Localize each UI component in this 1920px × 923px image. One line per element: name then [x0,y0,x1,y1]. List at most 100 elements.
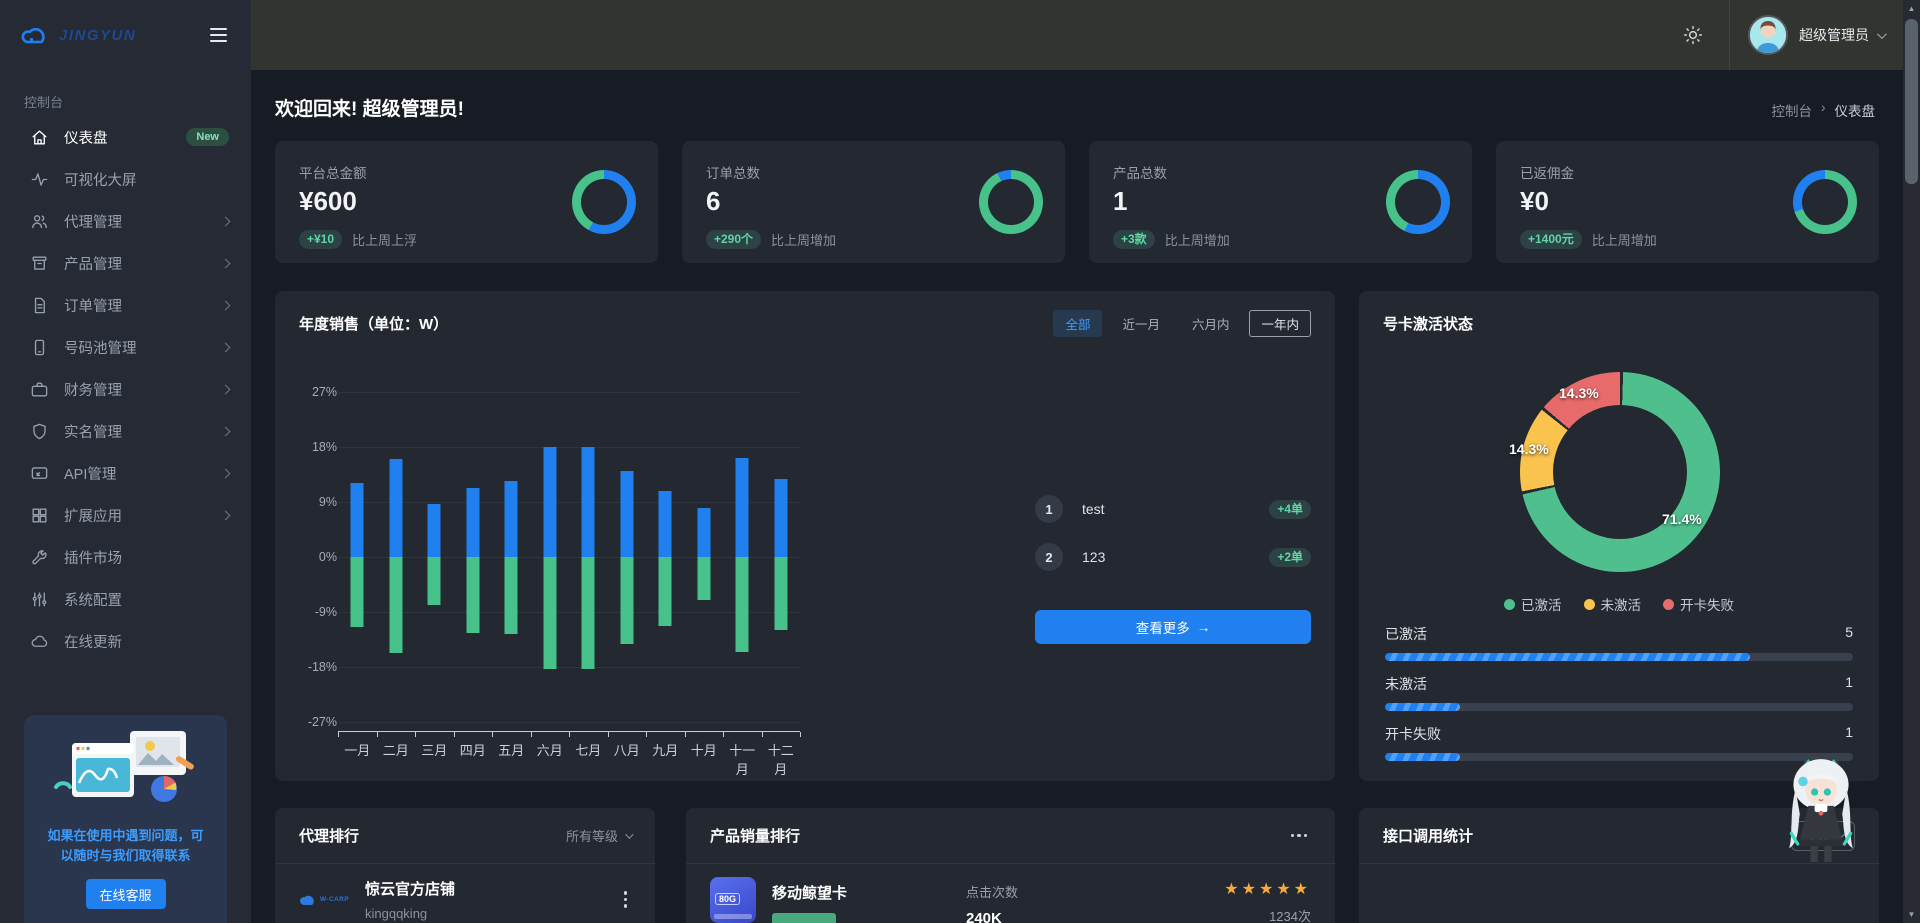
sidebar-item-label: 财务管理 [64,382,122,399]
theme-toggle-sun-icon[interactable] [1683,25,1703,45]
sidebar-item-orders[interactable]: 订单管理 [0,284,251,326]
card-title: 接口调用统计 [1383,828,1474,845]
rank-name: 123 [1082,549,1106,565]
chevron-down-icon [625,829,634,839]
view-more-button[interactable]: 查看更多 → [1035,610,1311,644]
bar-positive [581,446,595,557]
sidebar-item-extensions[interactable]: 扩展应用 [0,494,251,536]
progress-bar [1385,653,1853,661]
x-tick-label: 二月 [382,743,409,758]
pie-label-failed: 14.3% [1559,385,1599,401]
progress-label: 未激活 [1385,676,1427,692]
progress-value: 1 [1845,724,1853,740]
x-tick-label: 十月 [690,743,717,758]
tab-one-year[interactable]: 一年内 [1249,310,1311,337]
agent-level-filter[interactable]: 所有等级 [566,826,634,845]
x-tick-label: 九月 [652,743,679,758]
sidebar-item-label: 可视化大屏 [64,172,137,189]
sidebar: JINGYUN 控制台 仪表盘 New 可视化大屏 代理管理 产品管理 订单管理… [0,0,251,923]
stat-donut-chart [1386,170,1450,234]
card-title: 产品销量排行 [710,828,801,845]
stat-donut-chart [572,170,636,234]
breadcrumb-root[interactable]: 控制台 [1772,100,1813,120]
sidebar-item-plugin-market[interactable]: 插件市场 [0,536,251,578]
card-agent-ranking: 代理排行 所有等级 W-CARP 惊云官方店铺 kingqqking [275,808,655,923]
sidebar-item-api[interactable]: API管理 [0,452,251,494]
bar-group [377,392,416,721]
clicks-label: 点击次数 [966,885,1019,900]
stat-card-platform-total: 平台总金额 ¥600 +¥10 比上周上浮 [275,141,658,263]
scrollbar-thumb[interactable] [1905,19,1918,184]
tab-six-months[interactable]: 六月内 [1180,310,1242,337]
sliders-icon [32,591,47,607]
main-content: 欢迎回来! 超级管理员! 控制台 › 仪表盘 平台总金额 ¥600 +¥10 比上… [251,70,1903,923]
progress-value: 5 [1845,624,1853,640]
legend-item: 已激活 [1504,594,1562,614]
support-promo-card: 如果在使用中遇到问题，可 以随时与我们取得联系 在线客服 [24,715,227,923]
bar-negative [543,556,557,669]
sidebar-item-online-update[interactable]: 在线更新 [0,620,251,662]
sidebar-item-realname[interactable]: 实名管理 [0,410,251,452]
y-tick-label: 9% [318,495,337,509]
sidebar-item-dashboard[interactable]: 仪表盘 New [0,116,251,158]
support-text: 如果在使用中遇到问题，可 以随时与我们取得联系 [47,828,204,863]
tab-all[interactable]: 全部 [1053,310,1103,337]
stat-note: 比上周上浮 [352,233,418,248]
stat-badge: +¥10 [299,230,343,249]
annual-sales-card: 年度销售（单位：W） 全部 近一月 六月内 一年内 27% 18% 9% 0% -9% -… [275,291,1335,781]
topbar: 超级管理员 [251,0,1920,70]
sidebar-item-number-pool[interactable]: 号码池管理 [0,326,251,368]
sidebar-item-finance[interactable]: 财务管理 [0,368,251,410]
range-tabs: 全部 近一月 六月内 一年内 [1053,310,1311,337]
y-tick-label: 27% [311,385,337,399]
agent-shop-logo: W-CARP [299,893,351,907]
bar-group [454,392,493,721]
sidebar-item-bigscreen[interactable]: 可视化大屏 [0,158,251,200]
sidebar-item-agents[interactable]: 代理管理 [0,200,251,242]
more-options-icon[interactable] [1287,830,1312,842]
card-activation-status: 号卡激活状态 71.4% 14.3% 14.3% 已激活 未激活 开卡失败 已激活 5… [1359,291,1879,781]
arrow-right-icon: → [1196,619,1211,635]
stat-value: 1 [1113,186,1128,216]
users-icon [32,214,47,228]
card-product-sales-ranking: 产品销量排行 80G 移动鲸望卡 点击次数 240K ★★★★★ 1234次 [686,808,1335,923]
bar-group [569,392,608,721]
tab-last-month[interactable]: 近一月 [1110,310,1172,337]
bar-group [723,392,762,721]
y-tick-label: -18% [307,660,337,674]
chevron-right-icon [220,342,231,352]
progress-label: 已激活 [1385,626,1427,642]
sidebar-item-system-config[interactable]: 系统配置 [0,578,251,620]
sidebar-item-label: 仪表盘 [64,130,108,147]
product-thumbnail: 80G [710,877,756,923]
chevron-down-icon [1876,28,1887,39]
bar-negative [427,556,441,606]
user-menu[interactable]: 超级管理员 [1730,0,1920,70]
product-tag-badge [772,913,836,923]
bar-positive [504,480,518,557]
briefcase-icon [31,381,48,397]
stat-note: 比上周增加 [1164,233,1230,248]
online-support-button[interactable]: 在线客服 [85,879,166,909]
user-avatar[interactable] [1748,15,1788,55]
chevron-right-icon [220,258,231,268]
scroll-up-arrow[interactable]: ▲ [1903,0,1920,17]
sidebar-item-label: 扩展应用 [64,508,122,525]
mascot-character[interactable] [1768,750,1874,868]
breadcrumb: 控制台 › 仪表盘 [1772,100,1876,120]
more-options-icon[interactable] [620,887,632,912]
progress-row: 未激活 1 [1385,674,1853,711]
bar-positive [697,508,711,557]
breadcrumb-current: 仪表盘 [1834,104,1876,119]
sidebar-item-products[interactable]: 产品管理 [0,242,251,284]
rank-number: 2 [1035,543,1063,571]
sidebar-item-label: 产品管理 [64,256,122,273]
hamburger-menu-icon[interactable] [206,24,231,47]
stat-badge: +3款 [1113,230,1155,249]
sidebar-item-label: 系统配置 [64,592,122,609]
page-scrollbar[interactable]: ▲ ▼ [1903,0,1920,923]
bar-group [762,392,801,721]
scroll-down-arrow[interactable]: ▼ [1903,906,1920,923]
x-tick-label: 八月 [613,743,640,758]
agent-list-item: W-CARP 惊云官方店铺 kingqqking [275,864,655,921]
